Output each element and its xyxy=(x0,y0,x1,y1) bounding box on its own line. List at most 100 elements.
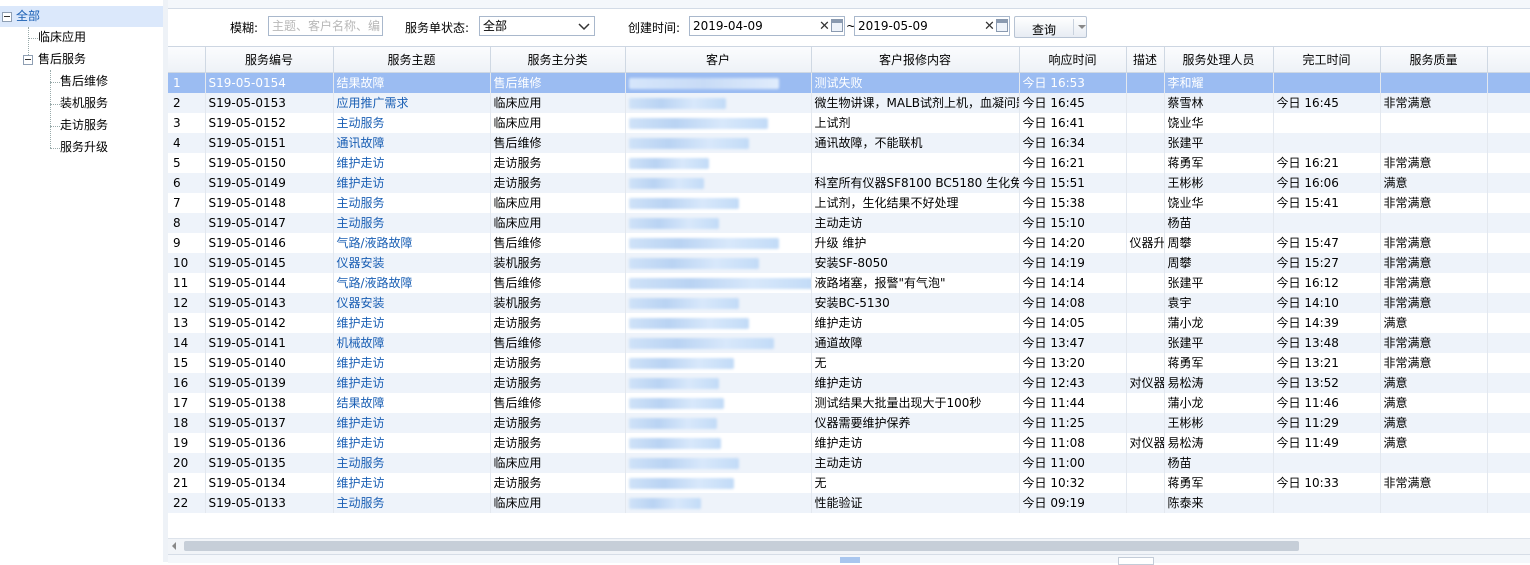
table-row[interactable]: 18 S19-05-0137 维护走访 走访服务 仪器需要维护保养 今日 11:25 王彬彬… xyxy=(168,413,1530,433)
table-row[interactable]: 8 S19-05-0147 主动服务 临床应用 主动走访 今日 15:10 杨苗 xyxy=(168,213,1530,233)
cell-cat: 装机服务 xyxy=(490,293,626,313)
collapse-icon[interactable] xyxy=(2,12,12,22)
table-row[interactable]: 6 S19-05-0149 维护走访 走访服务 科室所有仪器SF8100 BC5180 … xyxy=(168,173,1530,193)
cell-topic[interactable]: 维护走访 xyxy=(333,373,491,393)
cell-topic[interactable]: 主动服务 xyxy=(333,493,491,513)
tree-node-aftersales[interactable]: 售后服务 xyxy=(0,49,163,70)
collapse-icon[interactable] xyxy=(23,55,33,65)
date-from-input[interactable]: 2019-04-09 ✕ xyxy=(689,16,845,36)
service-order-grid: 服务编号 服务主题 服务主分类 客户 客户报修内容 响应时间 描述 服务处理人员… xyxy=(168,46,1530,539)
cell-topic[interactable]: 主动服务 xyxy=(333,113,491,133)
chevron-down-icon[interactable] xyxy=(577,19,591,33)
cell-content: 微生物讲课，MALB试剂上机，血凝问题 xyxy=(811,93,1020,113)
cell-desc: 对仪器 xyxy=(1126,433,1165,453)
column-header[interactable]: 描述 xyxy=(1126,47,1165,73)
fuzzy-search-input[interactable]: 主题、客户名称、编 xyxy=(268,16,383,36)
column-header[interactable]: 响应时间 xyxy=(1019,47,1127,73)
horizontal-scrollbar[interactable] xyxy=(168,538,1530,554)
cell-topic[interactable]: 应用推广需求 xyxy=(333,93,491,113)
column-header[interactable]: 服务编号 xyxy=(205,47,334,73)
cell-filler xyxy=(1487,473,1530,493)
cell-topic[interactable]: 维护走访 xyxy=(333,313,491,333)
cell-n: 9 xyxy=(168,233,206,253)
table-row[interactable]: 22 S19-05-0133 主动服务 临床应用 性能验证 今日 09:19 陈泰来 xyxy=(168,493,1530,513)
cell-topic[interactable]: 主动服务 xyxy=(333,193,491,213)
table-row[interactable]: 21 S19-05-0134 维护走访 走访服务 无今日 10:32 蒋勇军 今日 10:3… xyxy=(168,473,1530,493)
table-row[interactable]: 7 S19-05-0148 主动服务 临床应用 上试剂，生化结果不好处理 今日 15:38… xyxy=(168,193,1530,213)
tree-node-repair[interactable]: 售后维修 xyxy=(0,71,163,92)
status-select[interactable]: 全部 xyxy=(479,16,595,36)
tree-node-clinical[interactable]: 临床应用 xyxy=(0,27,163,48)
cell-filler xyxy=(1487,93,1530,113)
table-row[interactable]: 10 S19-05-0145 仪器安装 装机服务 安装SF-8050 今日 14:19 周攀… xyxy=(168,253,1530,273)
column-header[interactable]: 客户 xyxy=(625,47,812,73)
column-header[interactable]: 服务质量 xyxy=(1380,47,1488,73)
cell-cat: 售后维修 xyxy=(490,273,626,293)
table-row[interactable]: 5 S19-05-0150 维护走访 走访服务 今日 16:21 蒋勇军 今日 16:21 非… xyxy=(168,153,1530,173)
cell-desc xyxy=(1126,253,1165,273)
column-header[interactable]: 客户报修内容 xyxy=(811,47,1020,73)
cell-topic[interactable]: 结果故障 xyxy=(333,72,491,93)
cell-topic[interactable]: 结果故障 xyxy=(333,393,491,413)
cell-quality: 非常满意 xyxy=(1380,353,1488,373)
cell-topic[interactable]: 机械故障 xyxy=(333,333,491,353)
cell-topic[interactable]: 维护走访 xyxy=(333,173,491,193)
cell-quality: 非常满意 xyxy=(1380,293,1488,313)
query-button[interactable]: 查询 xyxy=(1014,16,1087,38)
cell-done: 今日 16:21 xyxy=(1273,153,1381,173)
cell-topic[interactable]: 维护走访 xyxy=(333,473,491,493)
tree-node-all[interactable]: 全部 xyxy=(0,6,163,27)
table-row[interactable]: 15 S19-05-0140 维护走访 走访服务 无今日 13:20 蒋勇军 今日 13:2… xyxy=(168,353,1530,373)
calendar-icon[interactable] xyxy=(831,19,843,32)
table-row[interactable]: 9 S19-05-0146 气路/液路故障 售后维修 升级 维护 今日 14:20 仪器升周… xyxy=(168,233,1530,253)
calendar-icon[interactable] xyxy=(996,19,1008,32)
tree-connector xyxy=(50,82,60,83)
scroll-left-icon[interactable] xyxy=(172,542,176,550)
cell-topic[interactable]: 维护走访 xyxy=(333,413,491,433)
clear-icon[interactable]: ✕ xyxy=(984,18,995,36)
cell-cat: 临床应用 xyxy=(490,453,626,473)
column-header[interactable]: 服务主题 xyxy=(333,47,491,73)
page-size-input[interactable] xyxy=(1118,557,1154,565)
cell-topic[interactable]: 主动服务 xyxy=(333,453,491,473)
cell-topic[interactable]: 仪器安装 xyxy=(333,253,491,273)
table-row[interactable]: 13 S19-05-0142 维护走访 走访服务 维护走访 今日 14:05 蒲小龙 今日 1… xyxy=(168,313,1530,333)
dropdown-arrow-icon[interactable] xyxy=(1078,25,1086,29)
table-row[interactable]: 16 S19-05-0139 维护走访 走访服务 维护走访 今日 12:43 对仪器 易松涛今… xyxy=(168,373,1530,393)
cell-topic[interactable]: 仪器安装 xyxy=(333,293,491,313)
cell-topic[interactable]: 维护走访 xyxy=(333,353,491,373)
cell-topic[interactable]: 通讯故障 xyxy=(333,133,491,153)
cell-quality xyxy=(1380,72,1488,93)
cell-staff: 王彬彬 xyxy=(1164,413,1274,433)
cell-topic[interactable]: 主动服务 xyxy=(333,213,491,233)
cell-content: 无 xyxy=(811,353,1020,373)
page-indicator[interactable] xyxy=(840,557,860,563)
cell-id: S19-05-0133 xyxy=(205,493,334,513)
table-row[interactable]: 2 S19-05-0153 应用推广需求 临床应用 微生物讲课，MALB试剂上机，血凝问… xyxy=(168,93,1530,113)
date-to-input[interactable]: 2019-05-09 ✕ xyxy=(854,16,1010,36)
column-header[interactable]: 服务处理人员 xyxy=(1164,47,1274,73)
tree-node-upgrade[interactable]: 服务升级 xyxy=(0,137,163,158)
scrollbar-thumb[interactable] xyxy=(184,541,1299,551)
cell-topic[interactable]: 维护走访 xyxy=(333,153,491,173)
table-row[interactable]: 11 S19-05-0144 气路/液路故障 售后维修 液路堵塞，报警"有气泡" 今日 1… xyxy=(168,273,1530,293)
column-header[interactable]: 服务主分类 xyxy=(490,47,626,73)
table-row[interactable]: 17 S19-05-0138 结果故障 售后维修 测试结果大批量出现大于100秒 今日 1… xyxy=(168,393,1530,413)
clear-icon[interactable]: ✕ xyxy=(819,18,830,36)
cell-topic[interactable]: 维护走访 xyxy=(333,433,491,453)
table-row[interactable]: 4 S19-05-0151 通讯故障 售后维修 通讯故障，不能联机 今日 16:34 张建平 xyxy=(168,133,1530,153)
cell-topic[interactable]: 气路/液路故障 xyxy=(333,233,491,253)
table-row[interactable]: 14 S19-05-0141 机械故障 售后维修 通道故障 今日 13:47 张建平 今日 1… xyxy=(168,333,1530,353)
table-row[interactable]: 1 S19-05-0154 结果故障 售后维修 测试失败 今日 16:53 李和耀 xyxy=(168,72,1530,93)
table-row[interactable]: 20 S19-05-0135 主动服务 临床应用 主动走访 今日 11:00 杨苗 xyxy=(168,453,1530,473)
cell-topic[interactable]: 气路/液路故障 xyxy=(333,273,491,293)
cell-content xyxy=(811,153,1020,173)
table-row[interactable]: 3 S19-05-0152 主动服务 临床应用 上试剂 今日 16:41 饶业华 xyxy=(168,113,1530,133)
table-row[interactable]: 19 S19-05-0136 维护走访 走访服务 维护走访 今日 11:08 对仪器 易松涛今… xyxy=(168,433,1530,453)
table-row[interactable]: 12 S19-05-0143 仪器安装 装机服务 安装BC-5130 今日 14:08 袁宇… xyxy=(168,293,1530,313)
column-header[interactable]: 完工时间 xyxy=(1273,47,1381,73)
tree-node-visit[interactable]: 走访服务 xyxy=(0,115,163,136)
cell-staff: 饶业华 xyxy=(1164,193,1274,213)
tree-node-install[interactable]: 装机服务 xyxy=(0,93,163,114)
tree-connector xyxy=(50,126,60,127)
